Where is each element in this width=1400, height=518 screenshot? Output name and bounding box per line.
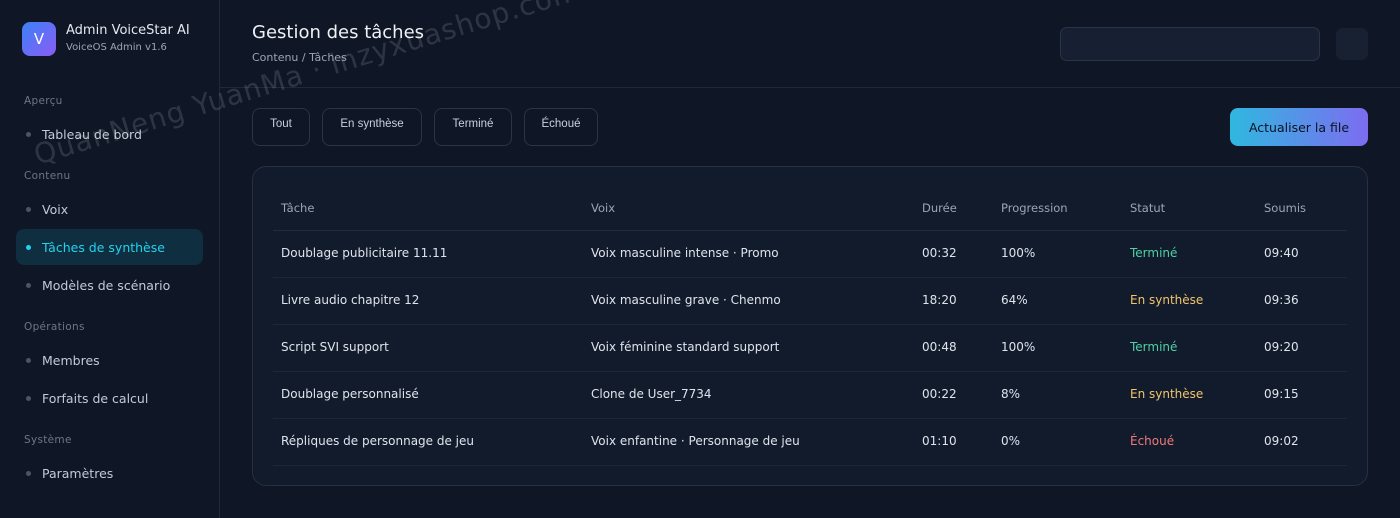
cell-status: Échoué xyxy=(1130,434,1175,448)
brand[interactable]: V Admin VoiceStar AI VoiceOS Admin v1.6 xyxy=(22,22,190,56)
column-header-progress[interactable]: Progression xyxy=(1001,201,1068,215)
cell-status: Terminé xyxy=(1130,246,1178,260)
header: Gestion des tâches Contenu / Tâches xyxy=(220,0,1400,88)
section-contenu: Contenu xyxy=(24,170,71,182)
column-header-task[interactable]: Tâche xyxy=(281,201,314,215)
cell-progress: 0% xyxy=(1001,434,1021,448)
brand-logo: V xyxy=(22,22,56,56)
bullet-icon xyxy=(26,131,31,137)
sidebar-item-label: Tâches de synthèse xyxy=(42,239,165,255)
cell-progress: 100% xyxy=(1001,340,1036,354)
cell-voice: Clone de User_7734 xyxy=(591,387,712,401)
bullet-icon xyxy=(26,470,31,476)
cell-voice: Voix masculine intense · Promo xyxy=(591,246,779,260)
cell-task: Doublage personnalisé xyxy=(281,387,419,401)
cell-task: Répliques de personnage de jeu xyxy=(281,434,474,448)
section-operations: Opérations xyxy=(24,321,85,333)
table-row[interactable]: Script SVI support Voix féminine standard… xyxy=(273,325,1347,372)
cell-progress: 8% xyxy=(1001,387,1021,401)
column-header-submitted[interactable]: Soumis xyxy=(1264,201,1306,215)
filter-in-synthesis[interactable]: En synthèse xyxy=(322,108,422,146)
cell-duration: 00:48 xyxy=(922,340,957,354)
section-systeme: Système xyxy=(24,434,72,446)
cell-voice: Voix enfantine · Personnage de jeu xyxy=(591,434,800,448)
sidebar-item-templates[interactable]: Modèles de scénario xyxy=(16,267,203,303)
filter-failed[interactable]: Échoué xyxy=(524,108,598,146)
cell-status: En synthèse xyxy=(1130,293,1204,307)
sidebar-item-label: Forfaits de calcul xyxy=(42,390,149,406)
search-input[interactable] xyxy=(1060,27,1320,61)
cell-submitted: 09:20 xyxy=(1264,340,1299,354)
sidebar-item-label: Paramètres xyxy=(42,465,114,481)
tasks-table: Tâche Voix Durée Progression Statut Soum… xyxy=(252,166,1368,486)
cell-voice: Voix masculine grave · Chenmo xyxy=(591,293,781,307)
cell-duration: 00:32 xyxy=(922,246,957,260)
bullet-icon xyxy=(26,282,31,288)
table-row[interactable]: Livre audio chapitre 12 Voix masculine gr… xyxy=(273,278,1347,325)
cell-progress: 100% xyxy=(1001,246,1036,260)
cell-duration: 00:22 xyxy=(922,387,957,401)
cell-duration: 01:10 xyxy=(922,434,957,448)
table-row[interactable]: Répliques de personnage de jeu Voix enfan… xyxy=(273,419,1347,466)
filter-done[interactable]: Terminé xyxy=(434,108,512,146)
table-row[interactable]: Doublage publicitaire 11.11 Voix masculin… xyxy=(273,231,1347,278)
cell-submitted: 09:02 xyxy=(1264,434,1299,448)
sidebar-item-plans[interactable]: Forfaits de calcul xyxy=(16,380,203,416)
cell-voice: Voix féminine standard support xyxy=(591,340,780,354)
breadcrumb: Contenu / Tâches xyxy=(252,51,347,64)
cell-task: Doublage publicitaire 11.11 xyxy=(281,246,448,260)
cell-submitted: 09:36 xyxy=(1264,293,1299,307)
brand-version: VoiceOS Admin v1.6 xyxy=(66,42,167,53)
table-row[interactable]: Doublage personnalisé Clone de User_7734 0… xyxy=(273,372,1347,419)
bullet-icon xyxy=(26,395,31,401)
cell-status: Terminé xyxy=(1130,340,1178,354)
sidebar-item-label: Voix xyxy=(42,201,69,217)
table-header: Tâche Voix Durée Progression Statut Soum… xyxy=(273,195,1347,231)
refresh-queue-button[interactable]: Actualiser la file xyxy=(1230,108,1368,146)
sidebar-item-label: Membres xyxy=(42,352,100,368)
bullet-icon xyxy=(26,357,31,363)
sidebar-item-dashboard[interactable]: Tableau de bord xyxy=(16,116,203,152)
brand-name: Admin VoiceStar AI xyxy=(66,23,190,38)
cell-status: En synthèse xyxy=(1130,387,1204,401)
bullet-icon xyxy=(26,244,31,250)
cell-duration: 18:20 xyxy=(922,293,957,307)
page-title: Gestion des tâches xyxy=(252,22,425,43)
cell-submitted: 09:40 xyxy=(1264,246,1299,260)
column-header-status[interactable]: Statut xyxy=(1130,201,1165,215)
sidebar-item-synthesis-tasks[interactable]: Tâches de synthèse xyxy=(16,229,203,265)
cell-submitted: 09:15 xyxy=(1264,387,1299,401)
sidebar-item-label: Modèles de scénario xyxy=(42,277,171,293)
section-apercu: Aperçu xyxy=(24,95,63,107)
column-header-voice[interactable]: Voix xyxy=(591,201,615,215)
cell-progress: 64% xyxy=(1001,293,1028,307)
sidebar-item-label: Tableau de bord xyxy=(42,126,142,142)
cell-task: Script SVI support xyxy=(281,340,389,354)
header-action-button[interactable] xyxy=(1336,28,1368,60)
filter-all[interactable]: Tout xyxy=(252,108,310,146)
cell-task: Livre audio chapitre 12 xyxy=(281,293,420,307)
bullet-icon xyxy=(26,206,31,212)
sidebar: V Admin VoiceStar AI VoiceOS Admin v1.6 … xyxy=(0,0,220,518)
sidebar-item-voices[interactable]: Voix xyxy=(16,191,203,227)
column-header-duration[interactable]: Durée xyxy=(922,201,957,215)
sidebar-item-members[interactable]: Membres xyxy=(16,342,203,378)
sidebar-item-settings[interactable]: Paramètres xyxy=(16,455,203,491)
